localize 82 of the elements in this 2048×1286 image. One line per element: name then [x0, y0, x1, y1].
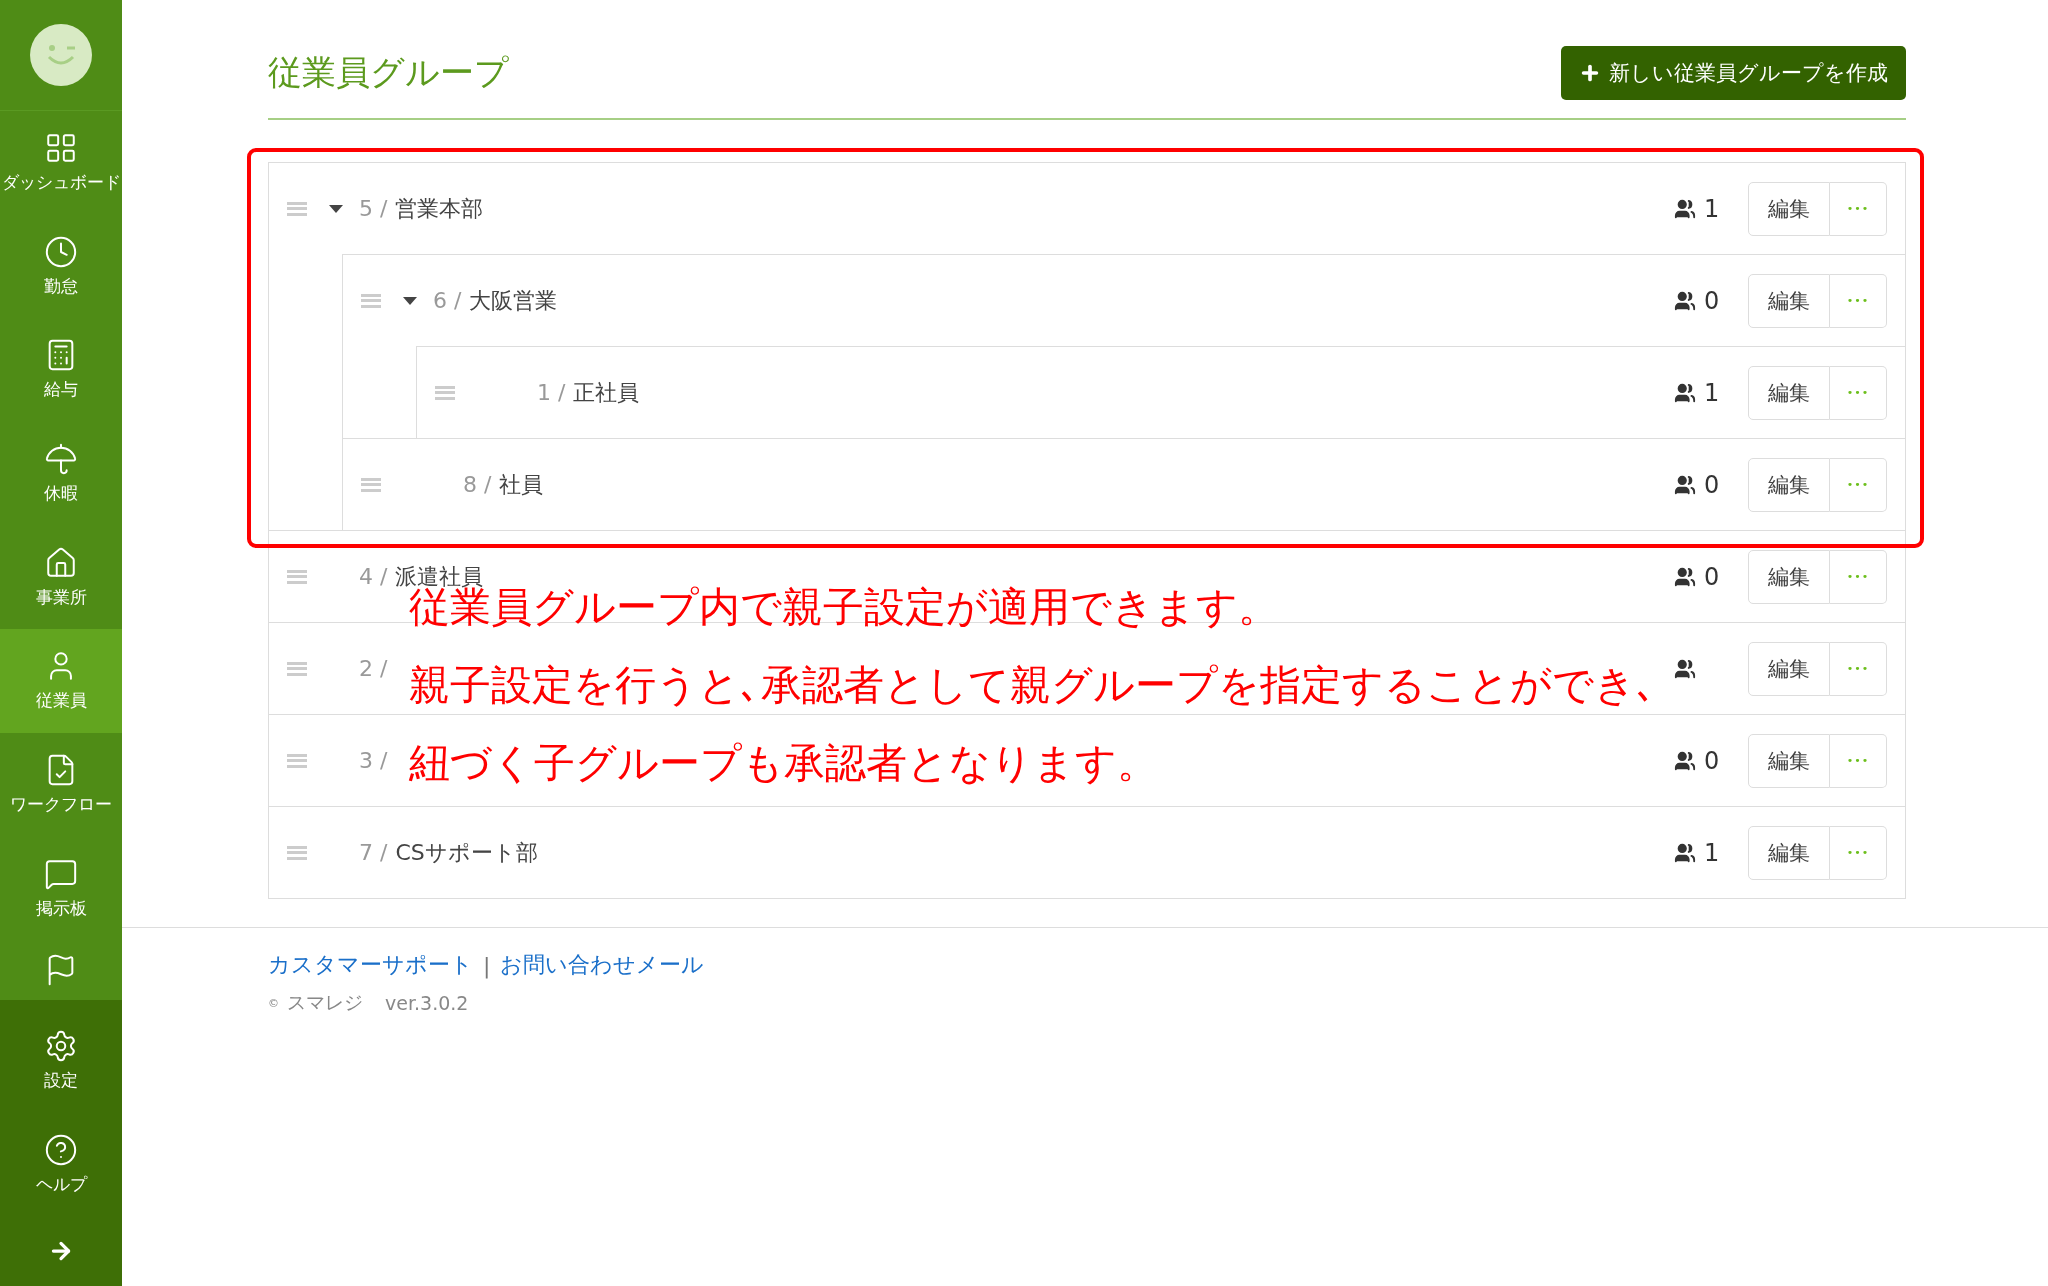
more-button[interactable]: •••: [1830, 181, 1887, 236]
member-count: 0: [1704, 562, 1721, 591]
member-count: 0: [1704, 746, 1721, 775]
nav-icon: [44, 545, 78, 580]
edit-button[interactable]: 編集: [1748, 457, 1830, 512]
edit-button[interactable]: 編集: [1748, 733, 1830, 788]
drag-handle-icon[interactable]: [287, 569, 307, 584]
more-button[interactable]: •••: [1830, 549, 1887, 604]
people-icon: [1674, 289, 1696, 312]
member-count: 0: [1704, 286, 1721, 315]
edit-button[interactable]: 編集: [1748, 549, 1830, 604]
people-icon: [1674, 197, 1696, 220]
more-button[interactable]: •••: [1830, 825, 1887, 880]
group-number: 8 /: [463, 472, 492, 497]
group-name: 大阪営業: [469, 286, 558, 315]
member-count: 1: [1704, 838, 1721, 867]
drag-handle-icon[interactable]: [361, 293, 381, 308]
page-title: 従業員グループ: [268, 51, 509, 94]
people-icon: [1674, 841, 1696, 864]
drag-handle-icon[interactable]: [287, 845, 307, 860]
group-number: 7 /: [359, 840, 388, 865]
copyright-mark: ©: [268, 996, 279, 1010]
nav-item[interactable]: ワークフロー: [0, 732, 122, 837]
group-number: 4 /: [359, 564, 388, 589]
nav-icon: [44, 1028, 78, 1063]
more-button[interactable]: •••: [1830, 457, 1887, 512]
more-button[interactable]: •••: [1830, 365, 1887, 420]
people-icon: [1674, 565, 1696, 588]
group-name: 営業本部: [395, 194, 484, 223]
group-name: 社員: [499, 470, 544, 499]
nav-icon: [44, 234, 78, 269]
edit-button[interactable]: 編集: [1748, 365, 1830, 420]
nav-item[interactable]: ヘルプ: [0, 1112, 122, 1216]
nav-icon: [44, 442, 78, 477]
people-icon: [1674, 473, 1696, 496]
edit-button[interactable]: 編集: [1748, 273, 1830, 328]
nav-item[interactable]: 勤怠: [0, 214, 122, 319]
nav-item[interactable]: 休暇: [0, 421, 122, 526]
annotation-text: 紐づく子グループも承認者となります。: [409, 739, 1159, 787]
caret-icon[interactable]: [403, 296, 417, 305]
drag-handle-icon[interactable]: [435, 385, 455, 400]
nav-item[interactable]: 従業員: [0, 629, 122, 733]
group-number: 3 /: [359, 748, 388, 773]
more-button[interactable]: •••: [1830, 641, 1887, 696]
nav-item[interactable]: ダッシュボード: [0, 110, 122, 215]
edit-button[interactable]: 編集: [1748, 825, 1830, 880]
mail-link[interactable]: お問い合わせメール: [500, 950, 705, 980]
member-count: 1: [1704, 378, 1721, 407]
nav-icon: [44, 1132, 78, 1167]
plus-icon: [1579, 62, 1601, 84]
caret-icon[interactable]: [329, 204, 343, 213]
people-icon: [1674, 657, 1696, 680]
drag-handle-icon[interactable]: [287, 661, 307, 676]
group-number: 1 /: [537, 380, 566, 405]
group-number: 6 /: [433, 288, 462, 313]
group-number: 2 /: [359, 656, 388, 681]
edit-button[interactable]: 編集: [1748, 641, 1830, 696]
create-group-button[interactable]: 新しい従業員グループを作成: [1561, 46, 1906, 100]
link-separator: |: [483, 952, 491, 978]
people-icon: [1674, 749, 1696, 772]
nav-item[interactable]: 事業所: [0, 525, 122, 630]
more-button[interactable]: •••: [1830, 273, 1887, 328]
member-count: 1: [1704, 194, 1721, 223]
nav-item[interactable]: 設定: [0, 1008, 122, 1112]
company-name: スマレジ: [287, 990, 363, 1015]
edit-button[interactable]: 編集: [1748, 181, 1830, 236]
version-text: ver.3.0.2: [385, 992, 469, 1014]
people-icon: [1674, 381, 1696, 404]
support-link[interactable]: カスタマーサポート: [268, 950, 473, 980]
group-name: 正社員: [573, 378, 640, 407]
nav-item[interactable]: 掲示板: [0, 836, 122, 941]
drag-handle-icon[interactable]: [361, 477, 381, 492]
group-number: 5 /: [359, 196, 388, 221]
more-button[interactable]: •••: [1830, 733, 1887, 788]
group-name: CSサポート部: [395, 838, 538, 867]
drag-handle-icon[interactable]: [287, 753, 307, 768]
nav-item[interactable]: 給与: [0, 318, 122, 422]
drag-handle-icon[interactable]: [287, 201, 307, 216]
member-count: 0: [1704, 470, 1721, 499]
annotation-text: 親子設定を行うと､承認者として親グループを指定することができ､: [409, 661, 1657, 709]
avatar-icon[interactable]: [29, 22, 93, 87]
nav-icon: [44, 131, 78, 165]
